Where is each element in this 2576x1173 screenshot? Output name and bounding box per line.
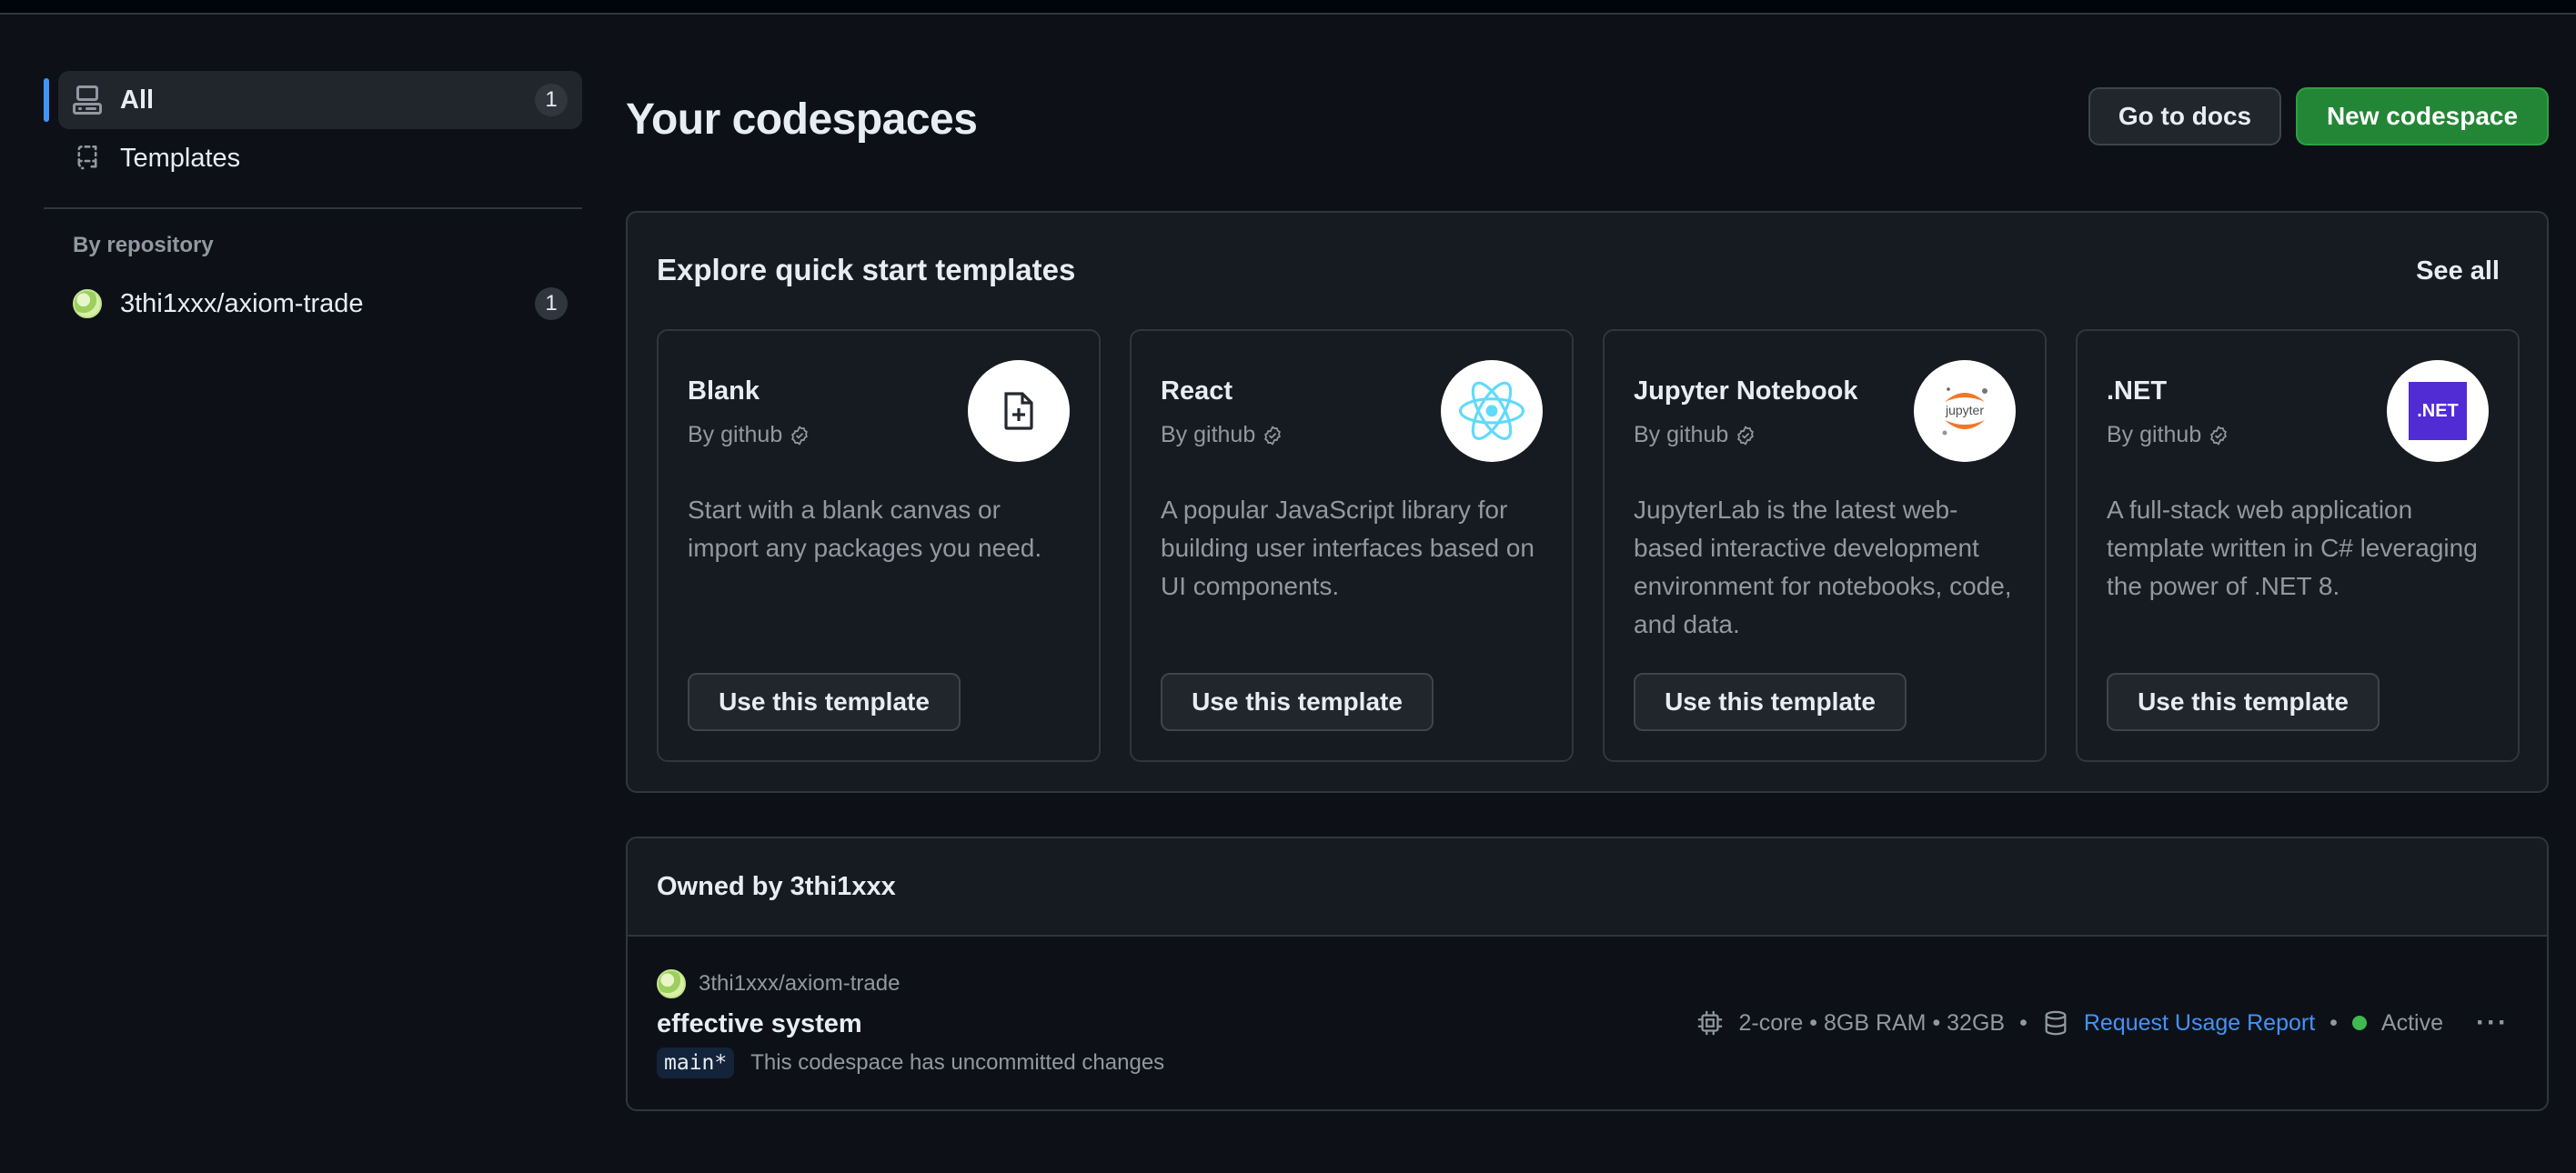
codespace-details: 2-core • 8GB RAM • 32GB • Request Usage …	[1696, 1008, 2509, 1038]
author-label: By github	[1634, 422, 1729, 447]
use-template-button[interactable]: Use this template	[1634, 673, 1907, 731]
author-label: By github	[2107, 422, 2202, 447]
template-name: Blank	[688, 376, 760, 406]
repo-avatar	[73, 289, 102, 318]
status-label: Active	[2380, 1009, 2444, 1036]
dotnet-logo-text: .NET	[2409, 382, 2467, 440]
status-dot-icon	[2351, 1016, 2367, 1030]
template-description: A full-stack web application template wr…	[2107, 496, 2478, 600]
uncommitted-note: This codespace has uncommitted changes	[750, 1050, 1165, 1075]
sidebar-item-label: All	[120, 85, 155, 115]
sidebar-item-templates[interactable]: Templates	[44, 129, 582, 187]
quick-start-templates: Explore quick start templates See all Bl…	[626, 211, 2549, 793]
verified-icon	[2210, 425, 2228, 446]
sidebar-item-label: 3thi1xxx/axiom-trade	[120, 288, 364, 318]
sidebar-item-label: Templates	[120, 143, 241, 173]
top-header-border	[0, 0, 2576, 15]
use-template-button[interactable]: Use this template	[688, 673, 961, 731]
jupyter-logo-icon: jupyter	[1914, 360, 2016, 462]
template-author: By github	[688, 422, 810, 448]
separator: •	[2329, 1009, 2338, 1036]
by-repository-heading: By repository	[73, 233, 214, 257]
page-title: Your codespaces	[626, 95, 978, 144]
use-template-button[interactable]: Use this template	[2107, 673, 2380, 731]
verified-icon	[1264, 425, 1282, 446]
codespace-repo: 3thi1xxx/axiom-trade	[657, 969, 900, 998]
codespace-meta: main* This codespace has uncommitted cha…	[657, 1048, 1164, 1078]
template-description: A popular JavaScript library for buildin…	[1161, 496, 1535, 600]
templates-title: Explore quick start templates	[657, 253, 1076, 286]
author-label: By github	[688, 422, 783, 447]
separator: •	[2019, 1009, 2028, 1036]
template-author: By github	[2107, 422, 2229, 448]
owned-heading: Owned by 3thi1xxx	[628, 838, 2547, 937]
sidebar-item-all[interactable]: All 1	[44, 71, 582, 129]
template-card-react[interactable]: React By github A popular JavaScript lib…	[1130, 329, 1574, 762]
template-author: By github	[1634, 422, 1756, 448]
branch-label: main*	[657, 1048, 735, 1078]
use-template-button[interactable]: Use this template	[1161, 673, 1434, 731]
database-icon	[2045, 1010, 2067, 1036]
repo-name: 3thi1xxx/axiom-trade	[699, 971, 901, 996]
template-card-blank[interactable]: Blank By github Start with a blank canva…	[657, 329, 1101, 762]
verified-icon	[791, 425, 809, 446]
count-badge: 1	[535, 287, 568, 320]
codespace-row[interactable]: 3thi1xxx/axiom-trade effective system ma…	[628, 937, 2547, 1109]
template-card-jupyter[interactable]: Jupyter Notebook By github jupyter Jupyt…	[1603, 329, 2047, 762]
template-description: JupyterLab is the latest web-based inter…	[1634, 496, 2012, 638]
author-label: By github	[1161, 422, 1256, 447]
template-icon	[73, 144, 102, 173]
template-name: React	[1161, 376, 1233, 406]
template-name: .NET	[2107, 376, 2168, 406]
repo-avatar	[657, 969, 686, 998]
see-all-link[interactable]: See all	[2416, 256, 2500, 286]
sidebar: All 1 Templates By repository 3thi1xxx/a…	[44, 71, 582, 333]
template-author: By github	[1161, 422, 1283, 448]
owned-codespaces: Owned by 3thi1xxx 3thi1xxx/axiom-trade e…	[626, 837, 2549, 1111]
request-usage-report-link[interactable]: Request Usage Report	[2084, 1010, 2315, 1037]
codespaces-icon	[73, 85, 102, 115]
new-codespace-button[interactable]: New codespace	[2296, 87, 2549, 145]
dotnet-logo-icon: .NET	[2387, 360, 2489, 462]
count-badge: 1	[535, 84, 568, 116]
go-to-docs-button[interactable]: Go to docs	[2088, 87, 2281, 145]
sidebar-divider	[44, 207, 582, 209]
codespace-name[interactable]: effective system	[657, 1009, 862, 1039]
more-options-icon[interactable]: ···	[2476, 1008, 2509, 1038]
sidebar-item-repo[interactable]: 3thi1xxx/axiom-trade 1	[44, 275, 582, 333]
template-card-dotnet[interactable]: .NET By github .NET A full-stack web app…	[2076, 329, 2520, 762]
jupyter-logo-text: jupyter	[1945, 403, 1984, 417]
new-file-icon	[968, 360, 1070, 462]
cpu-icon	[1698, 1010, 1723, 1036]
machine-specs: 2-core • 8GB RAM • 32GB	[1738, 1009, 2006, 1036]
react-logo-icon	[1441, 360, 1543, 462]
verified-icon	[1737, 425, 1755, 446]
template-description: Start with a blank canvas or import any …	[688, 496, 1042, 562]
template-name: Jupyter Notebook	[1634, 376, 1858, 406]
